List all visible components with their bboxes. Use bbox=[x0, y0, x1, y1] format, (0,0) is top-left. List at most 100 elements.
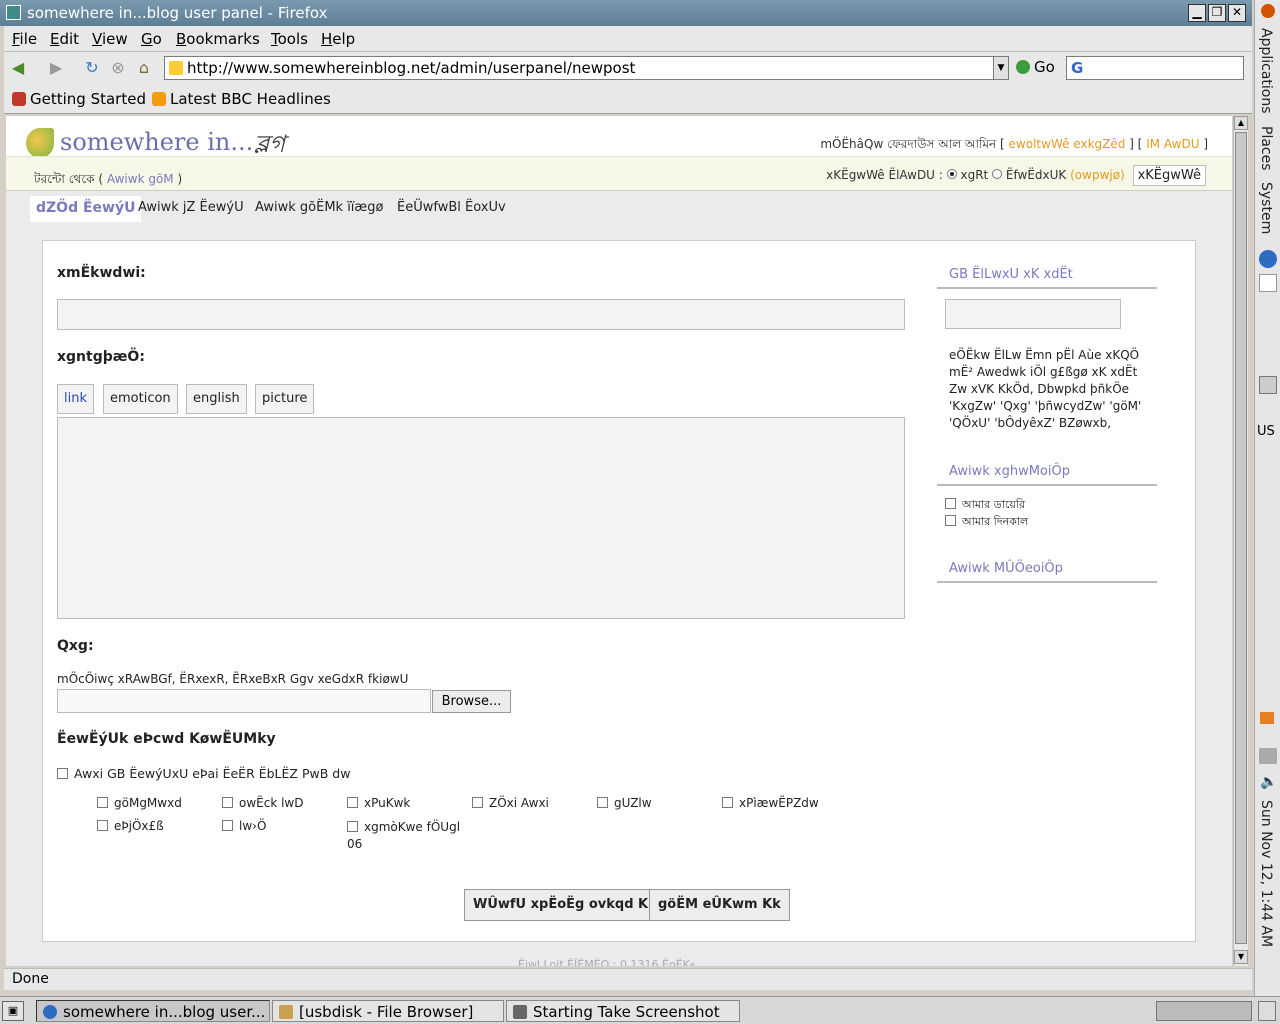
category-item[interactable]: gUZlw bbox=[597, 796, 652, 810]
maximize-button[interactable]: ❐ bbox=[1208, 4, 1226, 22]
tag-input[interactable] bbox=[945, 299, 1121, 329]
user-link-2[interactable]: IM AwDU bbox=[1146, 137, 1199, 151]
checkbox[interactable] bbox=[97, 797, 108, 808]
scroll-down-icon[interactable]: ▼ bbox=[1234, 950, 1248, 964]
checkbox[interactable] bbox=[597, 797, 608, 808]
places-menu[interactable]: Places bbox=[1258, 126, 1274, 171]
sidebar-category-item[interactable]: আমার দিনকাল bbox=[945, 513, 1028, 532]
checkbox[interactable] bbox=[222, 820, 233, 831]
category-item[interactable]: xgmòKwe fÖUgl 06 bbox=[347, 819, 465, 853]
category-item[interactable]: ZÖxi Awxi bbox=[472, 796, 549, 810]
menu-tools[interactable]: Tools bbox=[271, 30, 308, 48]
task-screenshot[interactable]: Starting Take Screenshot bbox=[506, 1000, 740, 1022]
reload-icon[interactable]: ↻ bbox=[82, 58, 102, 78]
bookmarks-toolbar: Getting Started Latest BBC Headlines bbox=[4, 84, 1252, 114]
vertical-scrollbar[interactable]: ▲ ▼ bbox=[1233, 116, 1248, 966]
show-desktop-icon[interactable]: ▣ bbox=[2, 1001, 24, 1021]
network-icon[interactable] bbox=[1259, 376, 1277, 394]
tab-new-post[interactable]: dZÖd ËewýU bbox=[30, 196, 142, 222]
printer-icon[interactable] bbox=[1259, 748, 1277, 764]
from-link[interactable]: Awiwk gõM bbox=[107, 172, 174, 186]
url-input[interactable] bbox=[187, 59, 987, 77]
category-item[interactable]: eÞjÖx£ß bbox=[97, 819, 164, 833]
window-icon[interactable] bbox=[6, 5, 21, 20]
checkbox[interactable] bbox=[97, 820, 108, 831]
home-icon[interactable]: ⌂ bbox=[134, 58, 154, 78]
menu-go[interactable]: Go bbox=[141, 30, 162, 48]
bookmark-bbc-headlines[interactable]: Latest BBC Headlines bbox=[152, 90, 331, 108]
site-logo[interactable]: somewhere in... ব্লগ bbox=[26, 126, 316, 160]
checkbox[interactable] bbox=[347, 797, 358, 808]
search-input[interactable]: G bbox=[1066, 56, 1244, 80]
back-icon[interactable]: ◀ bbox=[8, 58, 28, 78]
bookmark-getting-started[interactable]: Getting Started bbox=[12, 90, 146, 108]
task-label: somewhere in...blog user... bbox=[63, 1003, 266, 1021]
url-history-dropdown[interactable]: ▼ bbox=[993, 56, 1009, 80]
go-button[interactable]: Go bbox=[1016, 58, 1055, 76]
category-item[interactable]: lw›Ö bbox=[222, 819, 266, 833]
checkbox[interactable] bbox=[57, 768, 68, 779]
visibility-radio-1[interactable] bbox=[946, 169, 957, 179]
checkbox[interactable] bbox=[945, 515, 956, 526]
window-titlebar[interactable]: somewhere in...blog user panel - Firefox… bbox=[0, 0, 1252, 26]
task-firefox[interactable]: somewhere in...blog user... bbox=[36, 1000, 270, 1022]
menu-help[interactable]: Help bbox=[321, 30, 355, 48]
trash-icon[interactable] bbox=[1258, 1001, 1276, 1021]
scroll-up-icon[interactable]: ▲ bbox=[1234, 116, 1248, 130]
visibility-radio-2[interactable] bbox=[992, 169, 1003, 179]
firefox-launcher-icon[interactable] bbox=[1259, 250, 1277, 268]
url-bar[interactable] bbox=[164, 56, 994, 80]
user-link-1[interactable]: ewoltwWê exkgZêd bbox=[1009, 137, 1126, 151]
checkbox[interactable] bbox=[222, 797, 233, 808]
insert-picture-button[interactable]: picture bbox=[255, 384, 315, 414]
menu-file[interactable]: File bbox=[12, 30, 37, 48]
close-button[interactable]: ✕ bbox=[1228, 4, 1246, 22]
category-item[interactable]: xPìæwËPZdw bbox=[722, 796, 819, 810]
tab-profile[interactable]: ËeÜwfwBl ËoxUv bbox=[391, 196, 512, 222]
sidebar-category-label: আমার ডায়েরি bbox=[962, 498, 1026, 511]
keyboard-layout[interactable]: US bbox=[1257, 424, 1275, 439]
visibility-option-1: xgRt bbox=[960, 168, 989, 182]
stop-icon[interactable]: ⊗ bbox=[108, 58, 128, 78]
category-none-option[interactable]: Awxi GB ËewýUxU eÞai ËeËR ËbLËZ PwB dw bbox=[57, 766, 350, 781]
mail-launcher-icon[interactable] bbox=[1259, 274, 1277, 292]
scrollbar-thumb[interactable] bbox=[1235, 132, 1247, 944]
insert-emoticon-button[interactable]: emoticon bbox=[103, 384, 178, 414]
new-post-form: xmËkwdwi: xgntgþæÖ: link emoticon englis… bbox=[42, 240, 1196, 942]
english-mode-button[interactable]: english bbox=[186, 384, 247, 414]
user-line-suffix: ] bbox=[1203, 137, 1208, 151]
insert-link-button[interactable]: link bbox=[57, 384, 94, 414]
menu-edit[interactable]: Edit bbox=[50, 30, 79, 48]
post-body-textarea[interactable] bbox=[57, 417, 905, 619]
browse-button[interactable]: Browse... bbox=[432, 690, 511, 713]
minimize-button[interactable]: ▁ bbox=[1188, 4, 1206, 22]
checkbox[interactable] bbox=[347, 821, 358, 832]
system-menu[interactable]: System bbox=[1258, 182, 1274, 234]
google-search-icon: G bbox=[1071, 59, 1084, 77]
category-item[interactable]: owËck lwD bbox=[222, 796, 304, 810]
update-notifier-icon[interactable] bbox=[1260, 712, 1274, 724]
checkbox[interactable] bbox=[945, 498, 956, 509]
checkbox[interactable] bbox=[722, 797, 733, 808]
save-draft-button[interactable]: WÛwfU xpËoËg ovkqd Kk bbox=[464, 889, 666, 921]
volume-icon[interactable]: 🔈 bbox=[1260, 774, 1277, 790]
applications-menu[interactable]: Applications bbox=[1258, 28, 1274, 114]
workspace-switcher[interactable] bbox=[1156, 1001, 1252, 1021]
menu-view[interactable]: View bbox=[92, 30, 128, 48]
tab-my-posts[interactable]: Awiwk jZ ËewýU bbox=[132, 196, 250, 222]
task-file-browser[interactable]: [usbdisk - File Browser] bbox=[272, 1000, 504, 1022]
tab-comments[interactable]: Awiwk gõËMk ïïægø bbox=[249, 196, 389, 222]
publish-post-button[interactable]: göËM eÛKwm Kk bbox=[649, 889, 790, 921]
visibility-button[interactable]: xKËgwWê bbox=[1132, 165, 1206, 186]
title-label: xmËkwdwi: bbox=[57, 265, 146, 281]
category-item[interactable]: xPuKwk bbox=[347, 796, 410, 810]
tag-heading: GB ËlLwxU xK xdËt bbox=[937, 267, 1157, 289]
clock[interactable]: Sun Nov 12, 1:44 AM bbox=[1258, 800, 1274, 947]
photo-file-input[interactable] bbox=[57, 689, 431, 713]
menu-bookmarks[interactable]: Bookmarks bbox=[176, 30, 260, 48]
category-item[interactable]: göMgMwxd bbox=[97, 796, 182, 810]
camera-icon bbox=[513, 1005, 527, 1019]
post-title-input[interactable] bbox=[57, 299, 905, 330]
checkbox[interactable] bbox=[472, 797, 483, 808]
forward-icon[interactable]: ▶ bbox=[46, 58, 66, 78]
